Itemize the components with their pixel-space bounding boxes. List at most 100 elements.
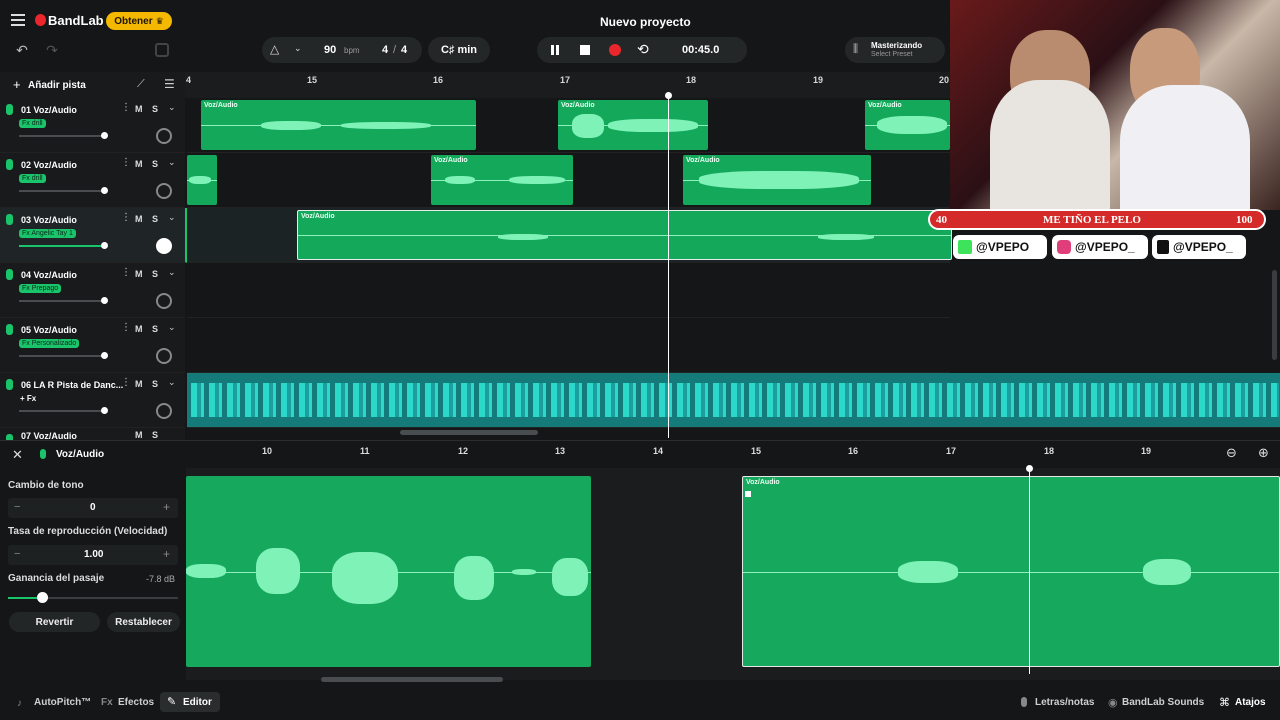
- bandlab-sounds-tab[interactable]: BandLab Sounds: [1122, 697, 1204, 708]
- timeline-scrollbar[interactable]: [400, 430, 538, 435]
- mute-button[interactable]: M: [135, 430, 143, 440]
- effects-tab[interactable]: Efectos: [118, 697, 154, 708]
- mastering-button[interactable]: ⫼ Masterizando Select Preset: [845, 37, 945, 63]
- audio-clip-selected[interactable]: Voz/Audio: [297, 210, 952, 260]
- solo-button[interactable]: S: [152, 324, 158, 334]
- audio-clip-waveform[interactable]: [191, 383, 1279, 417]
- revert-button[interactable]: Revertir: [9, 612, 100, 632]
- clip-handle[interactable]: [745, 491, 751, 497]
- mute-button[interactable]: M: [135, 379, 143, 389]
- editor-ruler[interactable]: 10 11 12 13 14 15 16 17 18 19 ⊖ ⊕: [186, 440, 1280, 469]
- volume-knob[interactable]: [101, 132, 108, 139]
- chevron-down-icon[interactable]: ⌄: [168, 377, 176, 388]
- audio-clip[interactable]: Voz/Audio: [865, 100, 950, 150]
- volume-knob[interactable]: [101, 242, 108, 249]
- editor-clip[interactable]: [186, 476, 591, 667]
- solo-button[interactable]: S: [152, 104, 158, 114]
- more-icon[interactable]: ⋮: [121, 102, 131, 113]
- redo-icon[interactable]: ↷: [42, 41, 62, 59]
- reset-button[interactable]: Restablecer: [107, 612, 180, 632]
- bpm-value[interactable]: 90: [324, 44, 336, 56]
- audio-clip[interactable]: Voz/Audio: [558, 100, 708, 150]
- volume-knob[interactable]: [101, 352, 108, 359]
- track-name[interactable]: 03 Voz/Audio: [21, 215, 77, 225]
- save-icon[interactable]: [155, 43, 169, 57]
- timeline-ruler[interactable]: 4 15 16 17 18 19 20: [185, 72, 950, 98]
- track-name[interactable]: 05 Voz/Audio: [21, 325, 77, 335]
- track-header-01[interactable]: 01 Voz/Audio ⋮ M S ⌄ Fx drill: [0, 98, 185, 153]
- plus-icon[interactable]: +: [13, 77, 21, 92]
- mute-button[interactable]: M: [135, 324, 143, 334]
- track-name[interactable]: 02 Voz/Audio: [21, 160, 77, 170]
- wand-icon[interactable]: ⟋: [137, 78, 145, 91]
- pitch-value[interactable]: 0: [90, 502, 96, 513]
- more-icon[interactable]: ⋮: [121, 212, 131, 223]
- volume-knob[interactable]: [101, 297, 108, 304]
- get-button[interactable]: Obtener ♛: [106, 12, 172, 30]
- chevron-down-icon[interactable]: ⌄: [168, 157, 176, 168]
- add-fx-button[interactable]: + Fx: [20, 394, 36, 403]
- chevron-down-icon[interactable]: ⌄: [168, 212, 176, 223]
- editor-canvas[interactable]: Voz/Audio: [186, 465, 1280, 682]
- stop-icon[interactable]: [580, 45, 590, 55]
- undo-icon[interactable]: ↶: [12, 41, 32, 59]
- volume-slider[interactable]: [19, 135, 105, 137]
- more-icon[interactable]: ⋮: [121, 322, 131, 333]
- track-lane-01[interactable]: Voz/Audio Voz/Audio Voz/Audio: [187, 98, 950, 153]
- key-button[interactable]: C♯ min: [428, 37, 490, 63]
- volume-knob[interactable]: [101, 187, 108, 194]
- mute-button[interactable]: M: [135, 104, 143, 114]
- track-header-03[interactable]: 03 Voz/Audio ⋮ M S ⌄ Fx Angelic Tay 1: [0, 208, 187, 263]
- menu-icon[interactable]: [11, 14, 25, 26]
- track-lane-03[interactable]: Voz/Audio: [187, 208, 952, 263]
- fx-badge[interactable]: Fx Personalizado: [19, 339, 80, 348]
- editor-tab[interactable]: ✎ Editor: [160, 692, 220, 712]
- vertical-scrollbar[interactable]: [1272, 270, 1277, 360]
- metronome-icon[interactable]: △: [270, 42, 279, 56]
- mute-button[interactable]: M: [135, 269, 143, 279]
- chevron-down-icon[interactable]: ⌄: [294, 43, 302, 54]
- zoom-out-icon[interactable]: ⊖: [1226, 445, 1237, 461]
- fx-badge[interactable]: Fx drill: [19, 174, 46, 183]
- pan-dial[interactable]: [156, 238, 172, 254]
- solo-button[interactable]: S: [152, 269, 158, 279]
- chevron-down-icon[interactable]: ⌄: [168, 267, 176, 278]
- fx-badge[interactable]: Fx Prepago: [19, 284, 62, 293]
- playhead[interactable]: [668, 94, 669, 438]
- solo-button[interactable]: S: [152, 214, 158, 224]
- track-lane-06[interactable]: [187, 373, 1280, 428]
- more-icon[interactable]: ⋮: [121, 157, 131, 168]
- solo-button[interactable]: S: [152, 430, 158, 440]
- project-title[interactable]: Nuevo proyecto: [600, 15, 691, 29]
- settings-icon[interactable]: ☰: [164, 77, 175, 91]
- more-icon[interactable]: ⋮: [121, 377, 131, 388]
- more-icon[interactable]: ⋮: [121, 267, 131, 278]
- plus-icon[interactable]: +: [163, 500, 170, 514]
- audio-clip[interactable]: Voz/Audio: [201, 100, 476, 150]
- rate-stepper[interactable]: − 1.00 +: [8, 545, 178, 565]
- track-header-04[interactable]: 04 Voz/Audio ⋮ M S ⌄ Fx Prepago: [0, 263, 185, 318]
- volume-slider[interactable]: [19, 355, 105, 357]
- time-signature-num[interactable]: 4: [382, 44, 388, 56]
- track-lane-05[interactable]: [187, 318, 950, 373]
- playhead-handle[interactable]: [665, 92, 672, 99]
- pause-icon[interactable]: [551, 45, 559, 55]
- minus-icon[interactable]: −: [14, 501, 20, 513]
- shortcuts-tab[interactable]: Atajos: [1235, 697, 1266, 708]
- chevron-down-icon[interactable]: ⌄: [168, 102, 176, 113]
- zoom-in-icon[interactable]: ⊕: [1258, 445, 1269, 461]
- volume-slider[interactable]: [19, 190, 105, 192]
- track-name[interactable]: 06 LA R Pista de Danc...: [21, 380, 123, 390]
- audio-clip[interactable]: Voz/Audio: [431, 155, 573, 205]
- loop-icon[interactable]: ⟲: [637, 41, 649, 58]
- gain-slider-handle[interactable]: [37, 592, 48, 603]
- fx-badge[interactable]: Fx Angelic Tay 1: [19, 229, 76, 238]
- volume-slider[interactable]: [19, 300, 105, 302]
- fx-badge[interactable]: Fx drill: [19, 119, 46, 128]
- volume-slider[interactable]: [19, 245, 105, 247]
- solo-button[interactable]: S: [152, 379, 158, 389]
- track-name[interactable]: 01 Voz/Audio: [21, 105, 77, 115]
- minus-icon[interactable]: −: [14, 548, 20, 560]
- track-header-06[interactable]: 06 LA R Pista de Danc... ⋮ M S ⌄ + Fx: [0, 373, 185, 428]
- mute-button[interactable]: M: [135, 159, 143, 169]
